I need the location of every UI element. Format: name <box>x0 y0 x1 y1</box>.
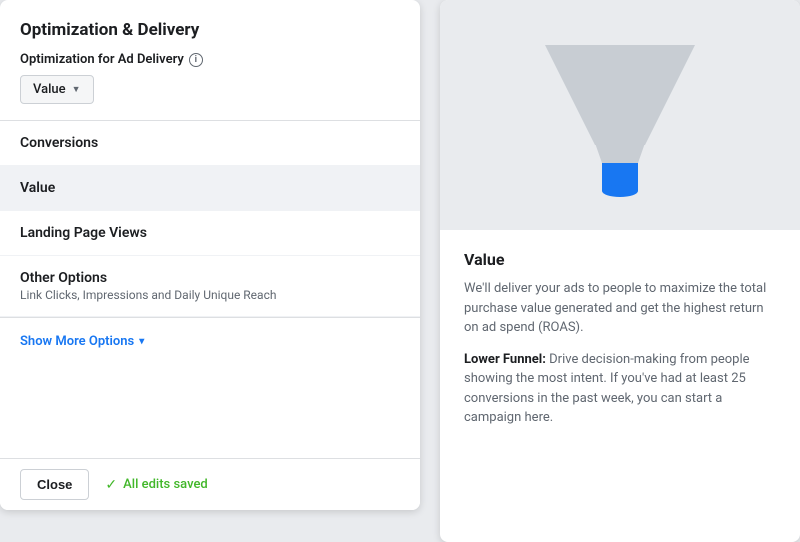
funnel-container <box>440 0 800 230</box>
show-more-arrow-icon: ▾ <box>139 336 144 347</box>
saved-status: ✓ All edits saved <box>105 477 207 493</box>
page-wrapper: Optimization & Delivery Optimization for… <box>0 0 800 542</box>
info-card-lower-funnel: Lower Funnel: Drive decision-making from… <box>464 350 776 428</box>
section-title: Optimization & Delivery <box>0 20 420 52</box>
menu-item-landing-page[interactable]: Landing Page Views <box>0 211 420 256</box>
show-more-link[interactable]: Show More Options ▾ <box>0 318 420 365</box>
funnel-diagram <box>540 35 700 205</box>
menu-item-value[interactable]: Value <box>0 166 420 211</box>
menu-item-conversions[interactable]: Conversions <box>0 121 420 166</box>
dropdown-arrow-icon: ▼ <box>72 84 81 95</box>
bottom-bar: Close ✓ All edits saved <box>0 458 420 510</box>
dropdown-menu: Conversions Value Landing Page Views Oth… <box>0 121 420 317</box>
menu-item-other[interactable]: Other Options Link Clicks, Impressions a… <box>0 256 420 317</box>
right-panel: Value We'll deliver your ads to people t… <box>440 0 800 542</box>
check-icon: ✓ <box>105 477 117 493</box>
info-card-description: We'll deliver your ads to people to maxi… <box>464 279 776 338</box>
info-card-title: Value <box>464 250 776 269</box>
close-button[interactable]: Close <box>20 469 89 500</box>
info-icon[interactable]: i <box>189 53 203 67</box>
left-panel: Optimization & Delivery Optimization for… <box>0 0 420 510</box>
optimization-dropdown[interactable]: Value ▼ <box>20 75 94 104</box>
optimization-label: Optimization for Ad Delivery i <box>0 52 420 75</box>
info-content: Value We'll deliver your ads to people t… <box>440 230 800 460</box>
